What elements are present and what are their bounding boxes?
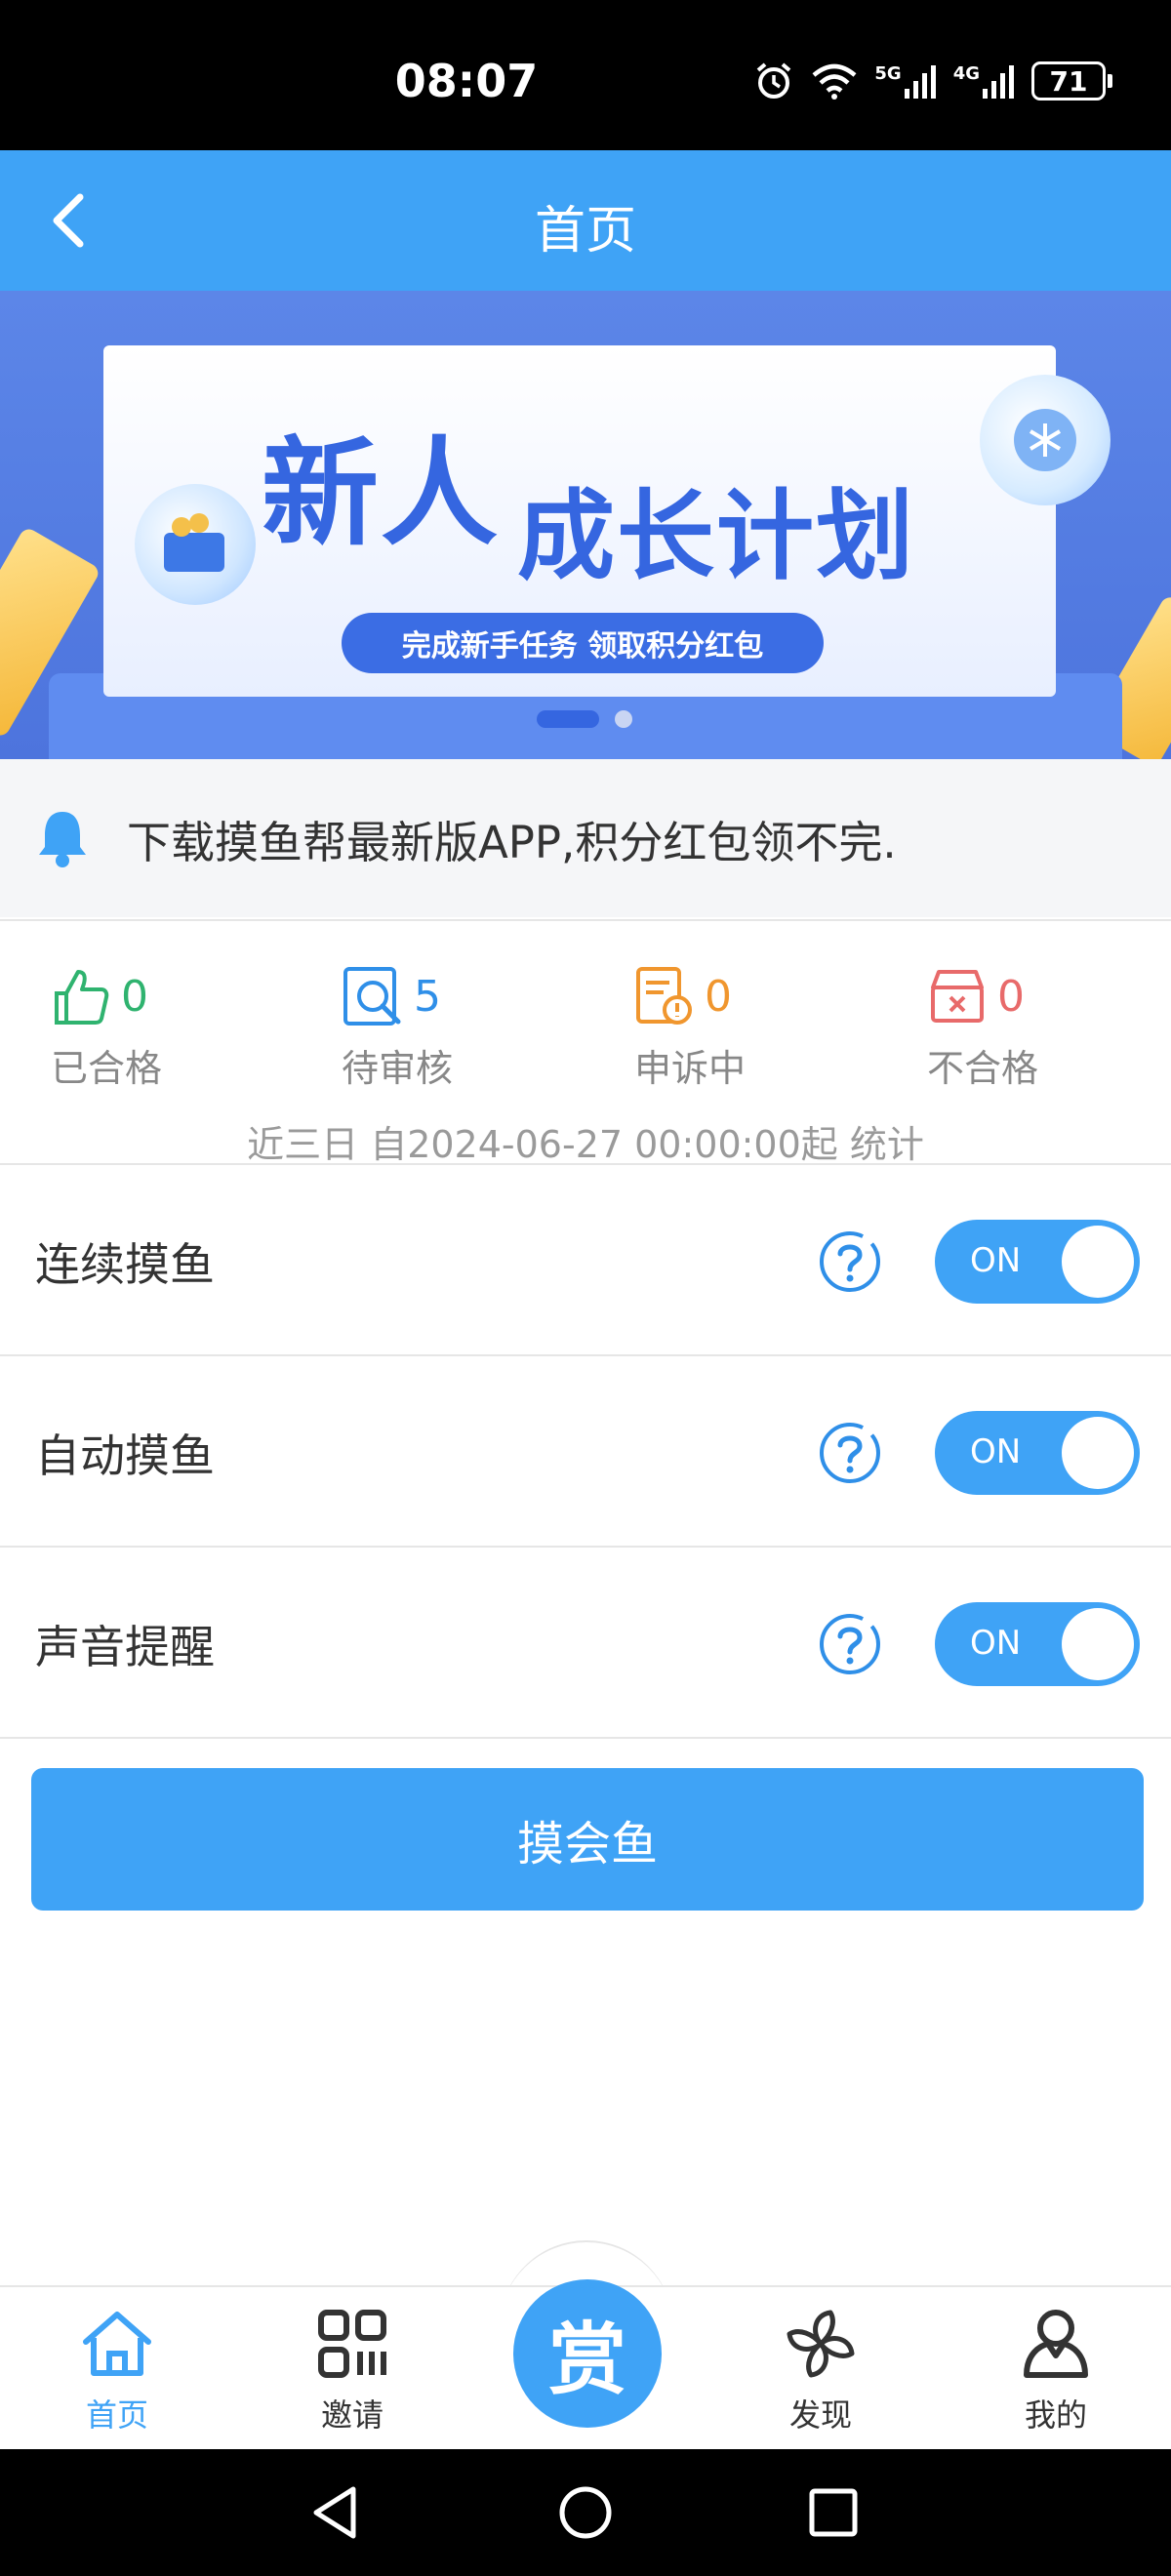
promo-banner[interactable]: 新人 成长计划 完成新手任务 领取积分红包 bbox=[0, 291, 1171, 759]
signal-bars-icon bbox=[904, 65, 936, 99]
screen: 08:07 5G 4G 71 首页 新人 成长计划 完成新手任务 领取积分红包 … bbox=[0, 0, 1171, 2576]
home-circle-icon[interactable] bbox=[554, 2481, 617, 2544]
thumbs-up-icon bbox=[55, 970, 109, 1025]
star-bubble-icon bbox=[980, 375, 1110, 505]
back-triangle-icon[interactable] bbox=[304, 2481, 367, 2544]
banner-title-1: 新人 bbox=[262, 426, 500, 562]
appeal-document-icon bbox=[636, 967, 692, 1025]
toggle-knob bbox=[1062, 1608, 1134, 1680]
setting-label: 自动摸鱼 bbox=[35, 1429, 215, 1482]
stat-value: 0 bbox=[121, 971, 148, 1022]
stat-value: 0 bbox=[997, 971, 1025, 1022]
signal-4g-indicator: 4G bbox=[953, 63, 1016, 99]
rejected-box-icon bbox=[931, 970, 984, 1023]
stat-label: 申诉中 bbox=[634, 1047, 747, 1090]
toggle-knob bbox=[1062, 1417, 1134, 1489]
banner-title-2: 成长计划 bbox=[517, 479, 915, 593]
battery-tip bbox=[1108, 74, 1112, 88]
wallet-bubble-icon bbox=[135, 484, 256, 605]
nav-label: 我的 bbox=[1024, 2396, 1087, 2434]
signal-5g-indicator: 5G bbox=[874, 63, 937, 99]
stats-period-note: 近三日 自2024-06-27 00:00:00起 统计 bbox=[247, 1123, 924, 1166]
nav-label: 邀请 bbox=[320, 2396, 384, 2434]
setting-label: 声音提醒 bbox=[35, 1621, 215, 1673]
network-5g-label: 5G bbox=[874, 63, 902, 84]
home-icon bbox=[83, 2312, 151, 2376]
alarm-icon bbox=[757, 62, 791, 99]
banner-subtitle: 完成新手任务 领取积分红包 bbox=[342, 613, 824, 673]
carousel-dot[interactable] bbox=[615, 710, 632, 728]
status-icons: 5G 4G 71 bbox=[753, 60, 1112, 101]
page-title: 首页 bbox=[534, 202, 636, 261]
start-fishing-button[interactable]: 摸会鱼 bbox=[31, 1768, 1144, 1911]
nav-discover[interactable]: 发现 bbox=[747, 2305, 894, 2435]
help-icon[interactable] bbox=[818, 1421, 882, 1485]
stat-label: 待审核 bbox=[342, 1047, 454, 1090]
settings-list: 连续摸鱼 ON 自动摸鱼 ON 声音提醒 ON bbox=[0, 1163, 1171, 1739]
stat-label: 不合格 bbox=[927, 1047, 1039, 1090]
setting-label: 连续摸鱼 bbox=[35, 1238, 215, 1291]
carousel-dot-active[interactable] bbox=[537, 710, 599, 728]
bell-icon bbox=[39, 812, 86, 867]
continuous-toggle[interactable]: ON bbox=[935, 1220, 1140, 1304]
battery-indicator: 71 bbox=[1031, 61, 1112, 101]
reward-button[interactable]: 赏 bbox=[513, 2279, 662, 2428]
stat-value: 5 bbox=[414, 971, 441, 1022]
stat-appealing[interactable]: 0 申诉中 bbox=[634, 962, 810, 1092]
battery-level: 71 bbox=[1031, 61, 1106, 101]
signal-bars-icon bbox=[983, 65, 1014, 99]
system-nav-bar bbox=[0, 2449, 1171, 2576]
recents-square-icon[interactable] bbox=[802, 2481, 865, 2544]
stat-pending-review[interactable]: 5 待审核 bbox=[342, 962, 517, 1092]
sound-toggle[interactable]: ON bbox=[935, 1602, 1140, 1686]
qr-code-icon bbox=[318, 2310, 386, 2378]
nav-label: 发现 bbox=[788, 2396, 852, 2434]
nav-home[interactable]: 首页 bbox=[44, 2305, 190, 2435]
toggle-state: ON bbox=[970, 1432, 1022, 1471]
nav-invite[interactable]: 邀请 bbox=[279, 2305, 425, 2435]
stat-unqualified[interactable]: 0 不合格 bbox=[927, 962, 1103, 1092]
wallet-icon bbox=[164, 513, 224, 572]
setting-row-auto: 自动摸鱼 ON bbox=[0, 1356, 1171, 1548]
pinwheel-icon bbox=[787, 2310, 855, 2378]
notice-bar: 下载摸鱼帮最新版APP,积分红包领不完. bbox=[0, 759, 1171, 917]
nav-mine[interactable]: 我的 bbox=[983, 2305, 1129, 2435]
setting-row-continuous: 连续摸鱼 ON bbox=[0, 1165, 1171, 1356]
help-icon[interactable] bbox=[818, 1612, 882, 1676]
nav-label: 首页 bbox=[85, 2396, 148, 2434]
network-4g-label: 4G bbox=[952, 63, 980, 84]
carousel-dots bbox=[537, 710, 632, 728]
app-header: 首页 bbox=[0, 150, 1171, 291]
toggle-state: ON bbox=[970, 1241, 1022, 1280]
star-icon bbox=[1014, 409, 1076, 471]
notice-text: 下载摸鱼帮最新版APP,积分红包领不完. bbox=[127, 816, 897, 868]
stats-panel: 0 已合格 5 待审核 0 申诉中 0 不合格 近三日 自2024-06-27 … bbox=[0, 919, 1171, 1166]
help-icon[interactable] bbox=[818, 1229, 882, 1294]
user-icon bbox=[1024, 2310, 1088, 2378]
toggle-knob bbox=[1062, 1226, 1134, 1298]
auto-toggle[interactable]: ON bbox=[935, 1411, 1140, 1495]
toggle-state: ON bbox=[970, 1624, 1022, 1663]
stat-label: 已合格 bbox=[51, 1047, 163, 1090]
review-search-icon bbox=[343, 967, 401, 1026]
wifi-icon bbox=[812, 63, 857, 100]
status-bar: 08:07 5G 4G 71 bbox=[0, 0, 1171, 150]
setting-row-sound: 声音提醒 ON bbox=[0, 1548, 1171, 1739]
stat-value: 0 bbox=[705, 971, 732, 1022]
stat-qualified[interactable]: 0 已合格 bbox=[51, 962, 226, 1092]
